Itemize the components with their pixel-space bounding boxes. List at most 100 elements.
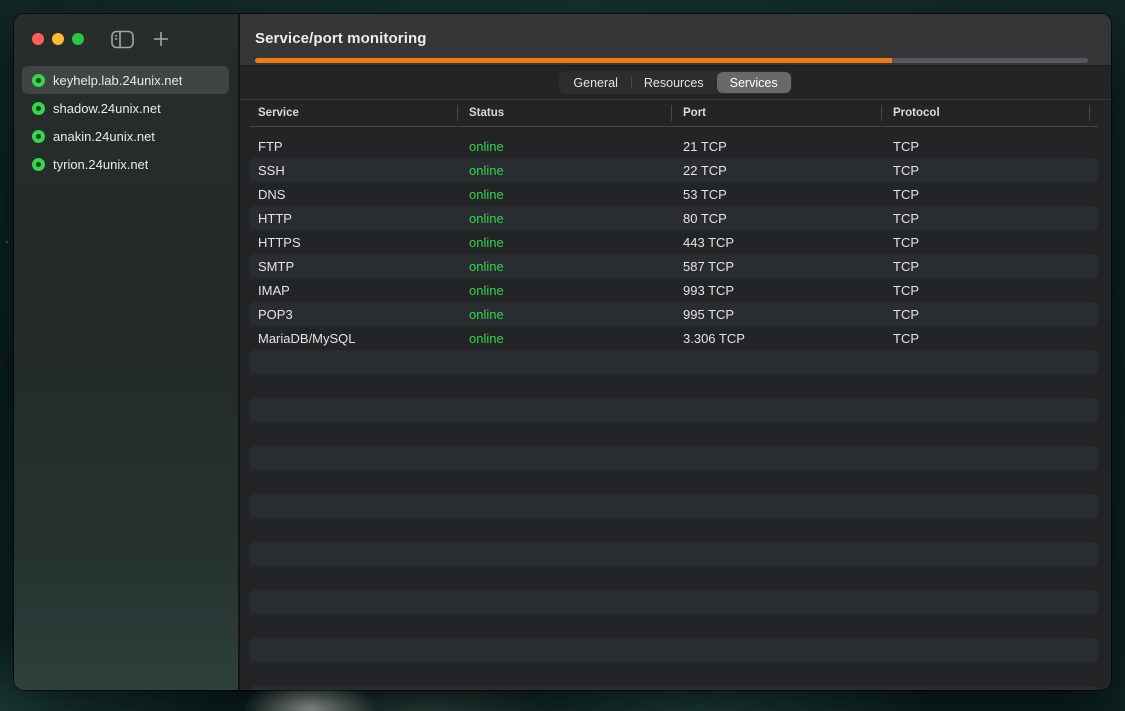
progress-bar xyxy=(255,58,1088,63)
table-row-empty xyxy=(250,350,1098,374)
table-column-header[interactable]: Protocol xyxy=(881,100,1098,126)
table-row-empty xyxy=(250,398,1098,422)
sidebar: keyhelp.lab.24unix.net shadow.24unix.net… xyxy=(14,14,238,690)
cell-service: FTP xyxy=(250,139,457,154)
cell-port: 995 TCP xyxy=(671,307,881,322)
table-row-empty xyxy=(250,542,1098,566)
table-row[interactable]: HTTP online 80 TCP TCP xyxy=(250,206,1098,230)
zoom-icon[interactable] xyxy=(72,33,84,45)
tab[interactable]: Services xyxy=(717,72,791,93)
cell-status: online xyxy=(457,211,671,226)
server-status-icon xyxy=(32,130,45,143)
sidebar-item-server[interactable]: shadow.24unix.net xyxy=(22,94,229,122)
cell-status: online xyxy=(457,163,671,178)
cell-protocol: TCP xyxy=(881,331,1098,346)
cell-status: online xyxy=(457,187,671,202)
server-status-icon xyxy=(32,102,45,115)
cell-service: HTTP xyxy=(250,211,457,226)
table-row-empty xyxy=(250,566,1098,590)
page-title: Service/port monitoring xyxy=(255,30,427,47)
server-name-label: anakin.24unix.net xyxy=(53,129,155,144)
cell-protocol: TCP xyxy=(881,307,1098,322)
table-body: FTP online 21 TCP TCP SSH online 22 TCP … xyxy=(250,127,1098,690)
cell-port: 993 TCP xyxy=(671,283,881,298)
table-row-empty xyxy=(250,470,1098,494)
sidebar-toggle-button[interactable] xyxy=(111,30,134,49)
server-status-icon xyxy=(32,74,45,87)
main-panel: Service/port monitoring General Resource… xyxy=(238,14,1111,690)
cell-status: online xyxy=(457,307,671,322)
server-name-label: shadow.24unix.net xyxy=(53,101,161,116)
cell-service: SMTP xyxy=(250,259,457,274)
titlebar: Service/port monitoring xyxy=(240,14,1111,66)
cell-protocol: TCP xyxy=(881,163,1098,178)
cell-port: 80 TCP xyxy=(671,211,881,226)
table-row-empty xyxy=(250,590,1098,614)
add-server-button[interactable] xyxy=(153,31,169,47)
cell-port: 21 TCP xyxy=(671,139,881,154)
cell-port: 53 TCP xyxy=(671,187,881,202)
table-row[interactable]: FTP online 21 TCP TCP xyxy=(250,134,1098,158)
cell-service: MariaDB/MySQL xyxy=(250,331,457,346)
table-column-header[interactable]: Port xyxy=(671,100,881,126)
plus-icon xyxy=(153,31,169,47)
cell-protocol: TCP xyxy=(881,259,1098,274)
progress-fill xyxy=(255,58,892,63)
cell-service: SSH xyxy=(250,163,457,178)
table-row-empty xyxy=(250,494,1098,518)
cell-protocol: TCP xyxy=(881,283,1098,298)
cell-status: online xyxy=(457,283,671,298)
table-row-empty xyxy=(250,638,1098,662)
table-row[interactable]: DNS online 53 TCP TCP xyxy=(250,182,1098,206)
cell-port: 3.306 TCP xyxy=(671,331,881,346)
table-column-header[interactable]: Service xyxy=(250,100,457,126)
tabs-row: General Resources Services xyxy=(240,66,1111,100)
table-row-empty xyxy=(250,422,1098,446)
cell-service: IMAP xyxy=(250,283,457,298)
cell-status: online xyxy=(457,331,671,346)
table-row-empty xyxy=(250,662,1098,686)
table-row[interactable]: HTTPS online 443 TCP TCP xyxy=(250,230,1098,254)
tab[interactable]: General xyxy=(560,72,630,93)
sidebar-item-server[interactable]: anakin.24unix.net xyxy=(22,122,229,150)
table-row[interactable]: IMAP online 993 TCP TCP xyxy=(250,278,1098,302)
cell-status: online xyxy=(457,235,671,250)
sidebar-toolbar xyxy=(14,14,238,64)
table-column-header[interactable]: Status xyxy=(457,100,671,126)
table-row-empty xyxy=(250,374,1098,398)
table-row[interactable]: POP3 online 995 TCP TCP xyxy=(250,302,1098,326)
table-row[interactable]: SSH online 22 TCP TCP xyxy=(250,158,1098,182)
cell-status: online xyxy=(457,259,671,274)
table-row-empty xyxy=(250,518,1098,542)
sidebar-item-server[interactable]: tyrion.24unix.net xyxy=(22,150,229,178)
app-window: keyhelp.lab.24unix.net shadow.24unix.net… xyxy=(14,14,1111,690)
sidebar-toggle-icon xyxy=(111,30,134,49)
cell-protocol: TCP xyxy=(881,139,1098,154)
cell-port: 22 TCP xyxy=(671,163,881,178)
cell-service: HTTPS xyxy=(250,235,457,250)
cell-service: DNS xyxy=(250,187,457,202)
table-row-empty xyxy=(250,446,1098,470)
cell-service: POP3 xyxy=(250,307,457,322)
server-name-label: tyrion.24unix.net xyxy=(53,157,148,172)
cell-status: online xyxy=(457,139,671,154)
tab[interactable]: Resources xyxy=(631,72,717,93)
table-row[interactable]: MariaDB/MySQL online 3.306 TCP TCP xyxy=(250,326,1098,350)
server-name-label: keyhelp.lab.24unix.net xyxy=(53,73,182,88)
server-status-icon xyxy=(32,158,45,171)
table-row[interactable]: SMTP online 587 TCP TCP xyxy=(250,254,1098,278)
server-list: keyhelp.lab.24unix.net shadow.24unix.net… xyxy=(14,66,238,178)
table-header: Service Status Port Protocol xyxy=(250,100,1098,127)
table-row-empty xyxy=(250,614,1098,638)
sidebar-item-server[interactable]: keyhelp.lab.24unix.net xyxy=(22,66,229,94)
table-row-empty xyxy=(250,686,1098,690)
tab-segmented-control: General Resources Services xyxy=(559,71,791,94)
close-icon[interactable] xyxy=(32,33,44,45)
cell-port: 443 TCP xyxy=(671,235,881,250)
content: General Resources Services Service Statu… xyxy=(240,66,1111,690)
cell-port: 587 TCP xyxy=(671,259,881,274)
cell-protocol: TCP xyxy=(881,211,1098,226)
minimize-icon[interactable] xyxy=(52,33,64,45)
cell-protocol: TCP xyxy=(881,235,1098,250)
cell-protocol: TCP xyxy=(881,187,1098,202)
